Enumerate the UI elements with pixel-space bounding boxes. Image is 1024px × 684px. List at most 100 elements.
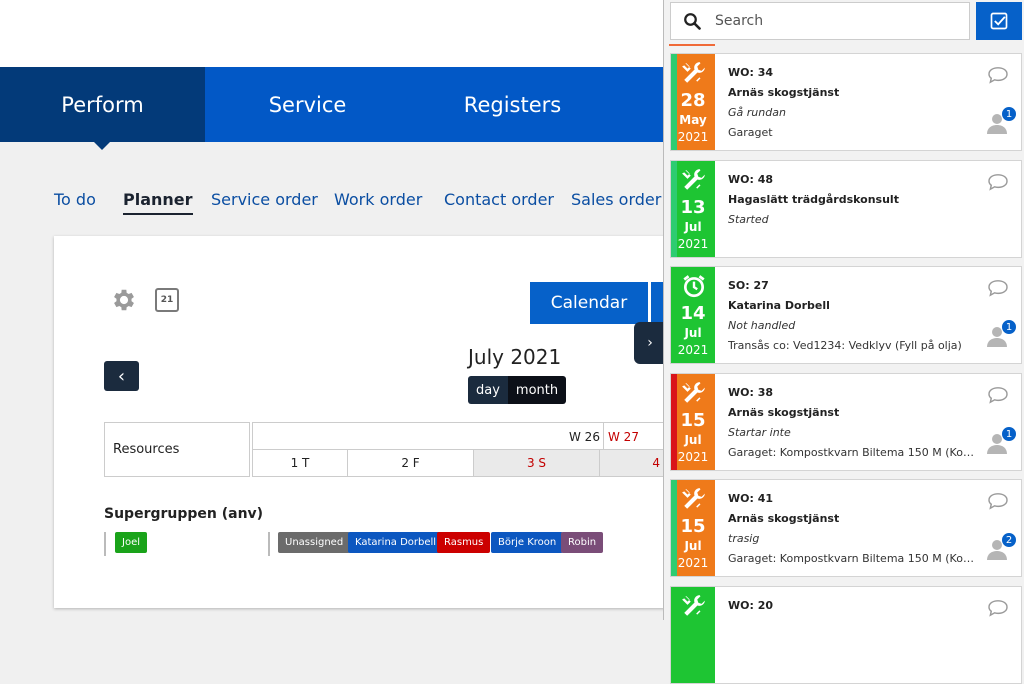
- nav-tab-perform[interactable]: Perform: [0, 67, 205, 150]
- date-day: 15: [680, 410, 706, 431]
- comment-icon[interactable]: [987, 66, 1009, 84]
- date-column: [671, 587, 715, 683]
- week-header: W 26 W 27: [252, 422, 666, 451]
- order-number: WO: 41: [728, 492, 774, 505]
- date-day: 13: [680, 197, 706, 218]
- order-status: Started: [728, 213, 769, 226]
- date-year: 2021: [677, 130, 709, 144]
- day-cell[interactable]: 1 T: [252, 450, 347, 477]
- tag-unassigned[interactable]: Unassigned: [278, 532, 351, 553]
- calendar-icon[interactable]: 21: [155, 288, 179, 312]
- order-location: Garaget: Kompostkvarn Biltema 150 M (Kom…: [728, 446, 980, 459]
- date-month: Jul: [684, 539, 702, 553]
- date-column: 15 Jul 2021: [671, 374, 715, 470]
- resources-header: Resources: [104, 422, 250, 477]
- order-location: Garaget: [728, 126, 773, 139]
- day-cell[interactable]: 2 F: [347, 450, 473, 477]
- top-bar: [0, 0, 666, 67]
- tools-icon: [682, 382, 705, 403]
- date-month: Jul: [684, 220, 702, 234]
- comment-icon[interactable]: [987, 599, 1009, 617]
- view-day-button[interactable]: day: [468, 376, 508, 404]
- order-number: WO: 20: [728, 599, 774, 612]
- order-number: SO: 27: [728, 279, 769, 292]
- subnav-todo[interactable]: To do: [54, 190, 96, 209]
- comment-icon[interactable]: [987, 173, 1009, 191]
- subnav-sales-order[interactable]: Sales order: [571, 190, 661, 209]
- assignee-count-badge: 2: [1001, 532, 1017, 548]
- subnav-service-order[interactable]: Service order: [211, 190, 318, 209]
- tag-rasmus[interactable]: Rasmus: [437, 532, 491, 553]
- group-title: Supergruppen (anv): [104, 506, 264, 522]
- order-card[interactable]: 15 Jul 2021 WO: 41 Arnäs skogstjänst trasig Ga…: [670, 479, 1022, 577]
- order-card[interactable]: 14 Jul 2021 SO: 27 Katarina Dorbell Not handl…: [670, 266, 1022, 364]
- customer-name: Katarina Dorbell: [728, 299, 830, 312]
- tools-icon: [682, 488, 705, 509]
- assignee-count-badge: 1: [1001, 426, 1017, 442]
- member-tag-joel[interactable]: Joel: [115, 532, 147, 553]
- week-26-label: W 26: [569, 430, 600, 444]
- week-27-label: W 27: [603, 423, 639, 451]
- date-column: 15 Jul 2021: [671, 480, 715, 576]
- customer-name: Hagaslätt trädgårdskonsult: [728, 193, 899, 206]
- status-stripe: [671, 587, 677, 683]
- search-input[interactable]: [715, 13, 955, 29]
- calendar-button[interactable]: Calendar: [530, 282, 648, 324]
- view-toggle: day month: [468, 376, 567, 404]
- subnav-contact-order[interactable]: Contact order: [444, 190, 554, 209]
- month-title: July 2021: [468, 345, 562, 369]
- day-cell[interactable]: 3 S: [473, 450, 599, 477]
- date-day: 15: [680, 516, 706, 537]
- comment-icon[interactable]: [987, 386, 1009, 404]
- order-number: WO: 34: [728, 66, 774, 79]
- tag-katarina-dorbell[interactable]: Katarina Dorbell: [348, 532, 444, 553]
- date-month: May: [679, 113, 707, 127]
- date-year: 2021: [677, 556, 709, 570]
- comment-icon[interactable]: [987, 492, 1009, 510]
- order-status: Gå rundan: [728, 106, 786, 119]
- gear-icon[interactable]: [110, 286, 138, 314]
- order-card[interactable]: 28 May 2021 WO: 34 Arnäs skogstjänst Gå runda…: [670, 53, 1022, 151]
- date-column: 13 Jul 2021: [671, 161, 715, 257]
- divider: [268, 532, 270, 556]
- tag-robin[interactable]: Robin: [561, 532, 604, 553]
- order-number: WO: 38: [728, 386, 774, 399]
- comment-icon[interactable]: [987, 279, 1009, 297]
- order-card[interactable]: 15 Jul 2021 WO: 38 Arnäs skogstjänst Startar …: [670, 373, 1022, 471]
- date-column: 28 May 2021: [671, 54, 715, 150]
- date-year: 2021: [677, 450, 709, 464]
- customer-name: Arnäs skogstjänst: [728, 406, 840, 419]
- tag-borje-kroon[interactable]: Börje Kroon: [491, 532, 564, 553]
- date-column: 14 Jul 2021: [671, 267, 715, 363]
- order-number: WO: 48: [728, 173, 774, 186]
- date-month: Jul: [684, 433, 702, 447]
- prev-month-button[interactable]: ‹: [104, 361, 139, 391]
- order-side-panel: 28 May 2021 WO: 34 Arnäs skogstjänst Gå runda…: [663, 0, 1024, 684]
- order-location: Transås co: Ved1234: Vedklyv (Fyll på ol…: [728, 339, 962, 352]
- customer-name: Arnäs skogstjänst: [728, 512, 840, 525]
- nav-tab-service[interactable]: Service: [205, 67, 410, 142]
- order-card[interactable]: 13 Jul 2021 WO: 48 Hagaslätt trädgårdskonsul…: [670, 160, 1022, 258]
- day-cell[interactable]: 4: [599, 450, 666, 477]
- view-month-button[interactable]: month: [507, 376, 567, 404]
- drawer-toggle-button[interactable]: ›: [634, 322, 666, 364]
- planner-panel: 21 Calendar ‹ July 2021 day month Resour…: [54, 236, 666, 608]
- order-location: Garaget: Kompostkvarn Biltema 150 M (Kom…: [728, 552, 980, 565]
- order-status: Not handled: [728, 319, 796, 332]
- order-card[interactable]: WO: 20: [670, 586, 1022, 684]
- divider: [104, 532, 106, 556]
- date-day: 28: [680, 90, 706, 111]
- subnav-work-order[interactable]: Work order: [334, 190, 422, 209]
- date-month: Jul: [684, 326, 702, 340]
- assignee-count-badge: 1: [1001, 319, 1017, 335]
- main-nav: Perform Service Registers: [0, 67, 666, 150]
- date-day: 14: [680, 303, 706, 324]
- divider: [669, 44, 715, 46]
- subnav-planner[interactable]: Planner: [123, 190, 193, 215]
- select-all-button[interactable]: [976, 2, 1022, 40]
- tools-icon: [682, 169, 705, 190]
- nav-tab-registers[interactable]: Registers: [410, 67, 615, 142]
- date-year: 2021: [677, 237, 709, 251]
- search-box: [670, 2, 970, 40]
- checkbox-icon: [990, 12, 1008, 30]
